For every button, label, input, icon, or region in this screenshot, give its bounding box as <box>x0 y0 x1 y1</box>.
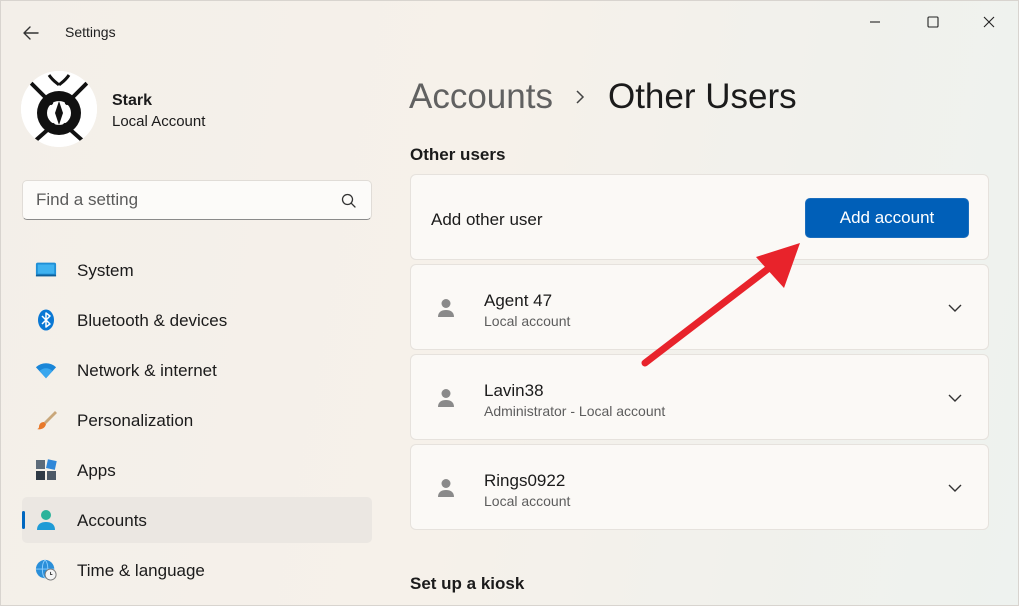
sidebar-item-label: Time & language <box>77 561 205 580</box>
breadcrumb: Accounts Other Users <box>409 75 797 119</box>
person-icon <box>438 389 454 407</box>
close-icon <box>983 16 995 28</box>
sidebar-item-accounts[interactable]: Accounts <box>22 497 372 543</box>
person-icon <box>438 299 454 317</box>
other-users-heading: Other users <box>410 145 506 164</box>
chevron-down-icon[interactable] <box>946 389 964 407</box>
add-account-button[interactable]: Add account <box>805 198 969 238</box>
sidebar-item-personalization[interactable]: Personalization <box>22 397 372 443</box>
chevron-down-icon[interactable] <box>946 479 964 497</box>
user-name: Rings0922 <box>484 471 566 490</box>
chevron-right-icon <box>575 90 589 104</box>
bluetooth-icon <box>35 309 57 331</box>
chevron-down-icon[interactable] <box>946 299 964 317</box>
sidebar-item-network[interactable]: Network & internet <box>22 347 372 393</box>
sidebar-item-label: System <box>77 261 134 280</box>
sidebar-item-apps[interactable]: Apps <box>22 447 372 493</box>
person-icon <box>438 479 454 497</box>
brush-icon <box>35 409 57 431</box>
sidebar-item-label: Network & internet <box>77 361 217 380</box>
system-icon <box>35 259 57 281</box>
user-account-type: Administrator - Local account <box>484 403 666 419</box>
back-button[interactable] <box>13 19 49 47</box>
sidebar-item-label: Apps <box>77 461 116 480</box>
settings-window: Settings Stark Local Account Find a sett… <box>0 0 1019 606</box>
add-other-user-card: Add other user Add account <box>410 174 989 260</box>
title-bar: Settings <box>1 1 1018 65</box>
profile-account-type: Local Account <box>112 113 206 130</box>
search-box <box>22 180 372 220</box>
minimize-icon <box>870 21 880 23</box>
globe-clock-icon <box>35 559 57 581</box>
accounts-icon <box>35 509 57 531</box>
maximize-button[interactable] <box>911 9 955 35</box>
user-profile: Stark Local Account <box>21 71 381 151</box>
user-name: Agent 47 <box>484 291 553 310</box>
profile-name: Stark <box>112 92 153 109</box>
app-title: Settings <box>65 24 116 40</box>
avatar[interactable] <box>21 71 97 147</box>
search-input[interactable] <box>36 181 336 219</box>
back-arrow-icon <box>23 26 39 40</box>
minimize-button[interactable] <box>853 9 897 35</box>
sidebar-item-bluetooth[interactable]: Bluetooth & devices <box>22 297 372 343</box>
user-account-type: Local account <box>484 493 571 509</box>
breadcrumb-parent[interactable]: Accounts <box>409 77 553 117</box>
wifi-icon <box>35 359 57 381</box>
add-other-user-label: Add other user <box>431 210 543 229</box>
user-row-lavin38[interactable]: Lavin38 Administrator - Local account <box>410 354 989 440</box>
search-icon[interactable] <box>340 192 358 210</box>
user-row-rings0922[interactable]: Rings0922 Local account <box>410 444 989 530</box>
sidebar-item-label: Personalization <box>77 411 194 430</box>
user-account-type: Local account <box>484 313 571 329</box>
apps-icon <box>35 459 57 481</box>
close-button[interactable] <box>967 9 1011 35</box>
active-indicator <box>22 511 25 529</box>
page-title: Other Users <box>607 77 797 116</box>
user-name: Lavin38 <box>484 381 544 400</box>
sidebar-item-label: Accounts <box>77 511 147 530</box>
sidebar-item-label: Bluetooth & devices <box>77 311 228 330</box>
user-row-agent-47[interactable]: Agent 47 Local account <box>410 264 989 350</box>
sidebar-nav: System Bluetooth & devices Network & int… <box>22 247 372 597</box>
sidebar-item-system[interactable]: System <box>22 247 372 293</box>
avatar-image <box>21 71 97 147</box>
sidebar-item-time-language[interactable]: Time & language <box>22 547 372 593</box>
kiosk-heading: Set up a kiosk <box>410 574 525 593</box>
maximize-icon <box>927 16 939 28</box>
